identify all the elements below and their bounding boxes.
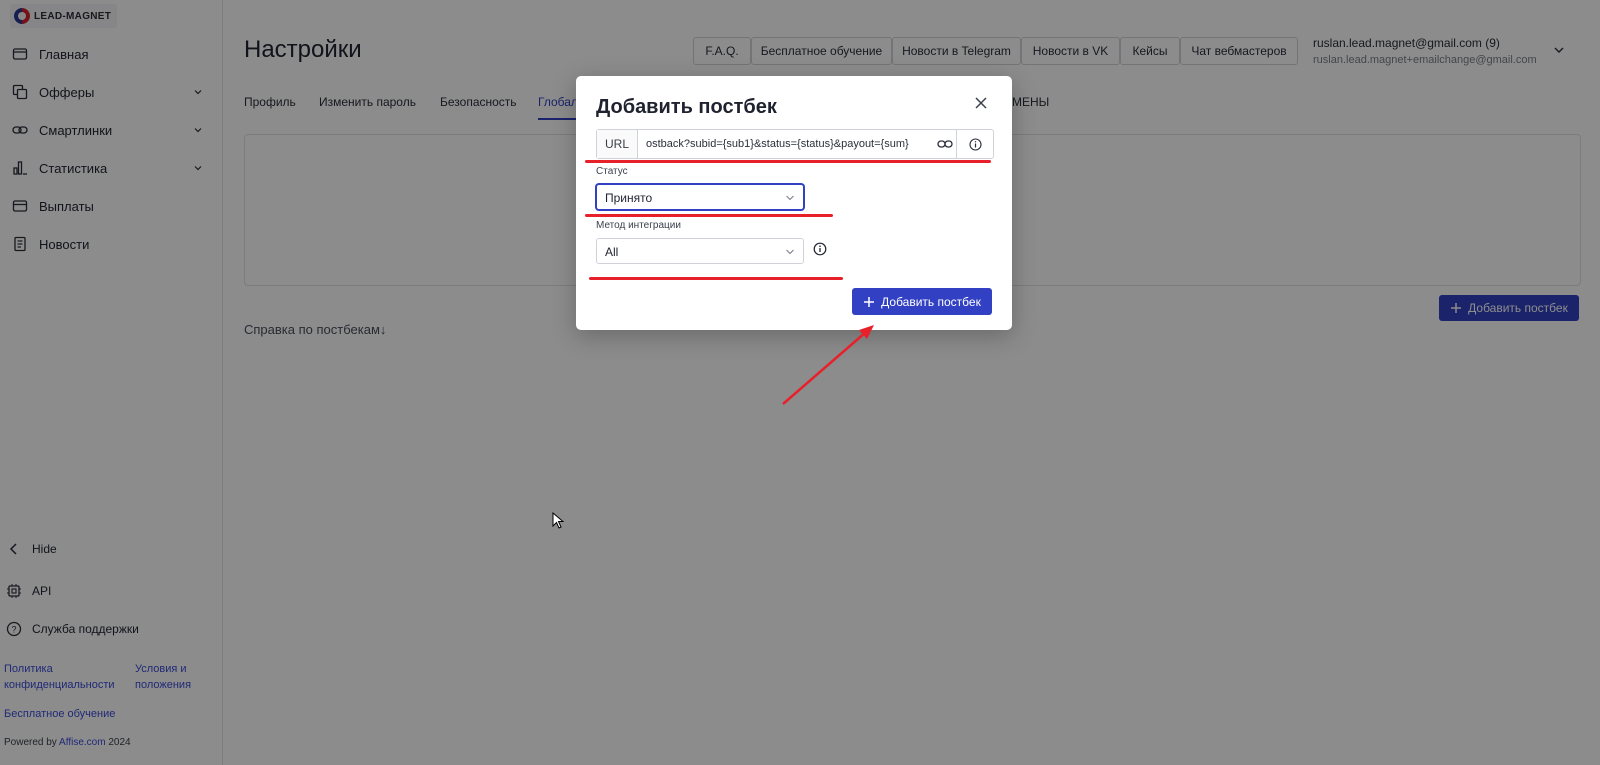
url-info-button[interactable] bbox=[957, 130, 993, 158]
status-select-value: Принято bbox=[605, 191, 653, 205]
submit-postback-button[interactable]: Добавить постбек bbox=[852, 288, 992, 315]
annotation-underline-status bbox=[585, 214, 833, 217]
annotation-arrow-icon bbox=[782, 325, 874, 405]
add-postback-modal: Добавить постбек URL Статус Принято Мето… bbox=[576, 76, 1012, 330]
info-icon bbox=[968, 137, 982, 151]
integration-method-value: All bbox=[605, 245, 619, 259]
insert-macro-button[interactable] bbox=[934, 130, 957, 158]
mouse-cursor-icon bbox=[552, 512, 564, 529]
link-icon bbox=[937, 140, 953, 148]
modal-title: Добавить постбек bbox=[596, 96, 777, 118]
chevron-down-icon bbox=[786, 195, 794, 201]
postback-url-input[interactable] bbox=[638, 130, 934, 158]
url-field-group: URL bbox=[596, 129, 994, 159]
info-icon[interactable] bbox=[813, 242, 827, 256]
chevron-down-icon bbox=[786, 249, 794, 255]
integration-method-select[interactable]: All bbox=[596, 238, 804, 264]
annotation-underline-method bbox=[589, 277, 843, 280]
integration-method-label: Метод интеграции bbox=[596, 220, 681, 231]
status-label: Статус bbox=[596, 166, 628, 177]
status-select[interactable]: Принято bbox=[596, 184, 804, 210]
submit-postback-label: Добавить постбек bbox=[881, 294, 981, 309]
close-icon[interactable] bbox=[974, 96, 988, 110]
plus-icon bbox=[864, 296, 875, 307]
url-prefix-label: URL bbox=[597, 130, 638, 158]
annotation-underline-url bbox=[585, 160, 991, 163]
